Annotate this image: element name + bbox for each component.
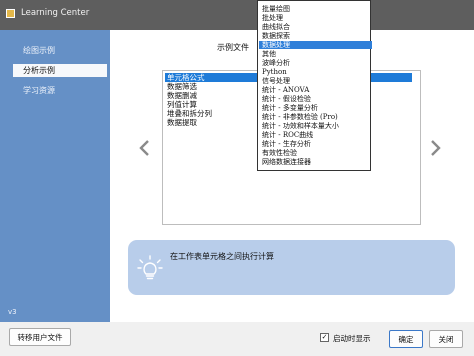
chevron-right-icon[interactable] [428,139,442,157]
menu-item[interactable]: 统计 - 生存分析 [262,140,311,148]
sidebar-item-learning-resources[interactable]: 学习资源 [13,84,107,97]
close-button[interactable]: 关闭 [429,330,463,348]
dropdown-menu[interactable]: 批量绘图 批处理 曲线拟合 数据探索 数据处理 其他 波峰分析 Python 信… [257,0,372,171]
menu-item[interactable]: 统计 - 假设检验 [262,95,311,103]
sidebar-item-analysis-examples[interactable]: 分析示例 [13,64,107,77]
info-description: 在工作表单元格之间执行计算 [170,252,274,261]
menu-item[interactable]: 统计 - ANOVA [262,86,309,94]
menu-item[interactable]: 批处理 [262,14,283,22]
menu-item[interactable]: 网络数据连接器 [262,158,311,166]
menu-item[interactable]: 统计 - ROC曲线 [262,131,313,139]
section-title: 示例文件 [217,43,249,52]
menu-item[interactable]: 有效性检验 [262,149,297,157]
app-icon [6,9,15,18]
menu-item[interactable]: 统计 - 功效和样本量大小 [262,122,339,130]
menu-item[interactable]: 信号处理 [262,77,290,85]
version-label: v3 [8,308,17,316]
show-on-start-label: 启动时显示 [333,334,371,343]
menu-item[interactable]: 统计 - 非参数检验 (Pro) [262,113,338,121]
info-panel [128,240,455,295]
chevron-left-icon[interactable] [138,139,152,157]
lightbulb-icon [137,255,163,280]
sidebar: 绘图示例 分析示例 学习资源 v3 [0,30,110,322]
sidebar-item-plot-examples[interactable]: 绘图示例 [13,44,107,57]
menu-item[interactable]: Python [262,68,287,76]
window-title: Learning Center [21,8,90,18]
menu-item[interactable]: 数据探索 [262,32,290,40]
title-bar: Learning Center [0,0,474,30]
menu-item[interactable]: 曲线拟合 [262,23,290,31]
menu-item[interactable]: 批量绘图 [262,5,290,13]
ok-button[interactable]: 确定 [389,330,423,348]
menu-item[interactable]: 数据处理 [259,41,372,49]
show-on-start-checkbox[interactable]: ✓ [320,333,329,342]
menu-item[interactable]: 统计 - 多变量分析 [262,104,318,112]
migrate-user-files-button[interactable]: 转移用户文件 [9,328,71,346]
menu-item[interactable]: 其他 [262,50,276,58]
menu-item[interactable]: 波峰分析 [262,59,290,67]
